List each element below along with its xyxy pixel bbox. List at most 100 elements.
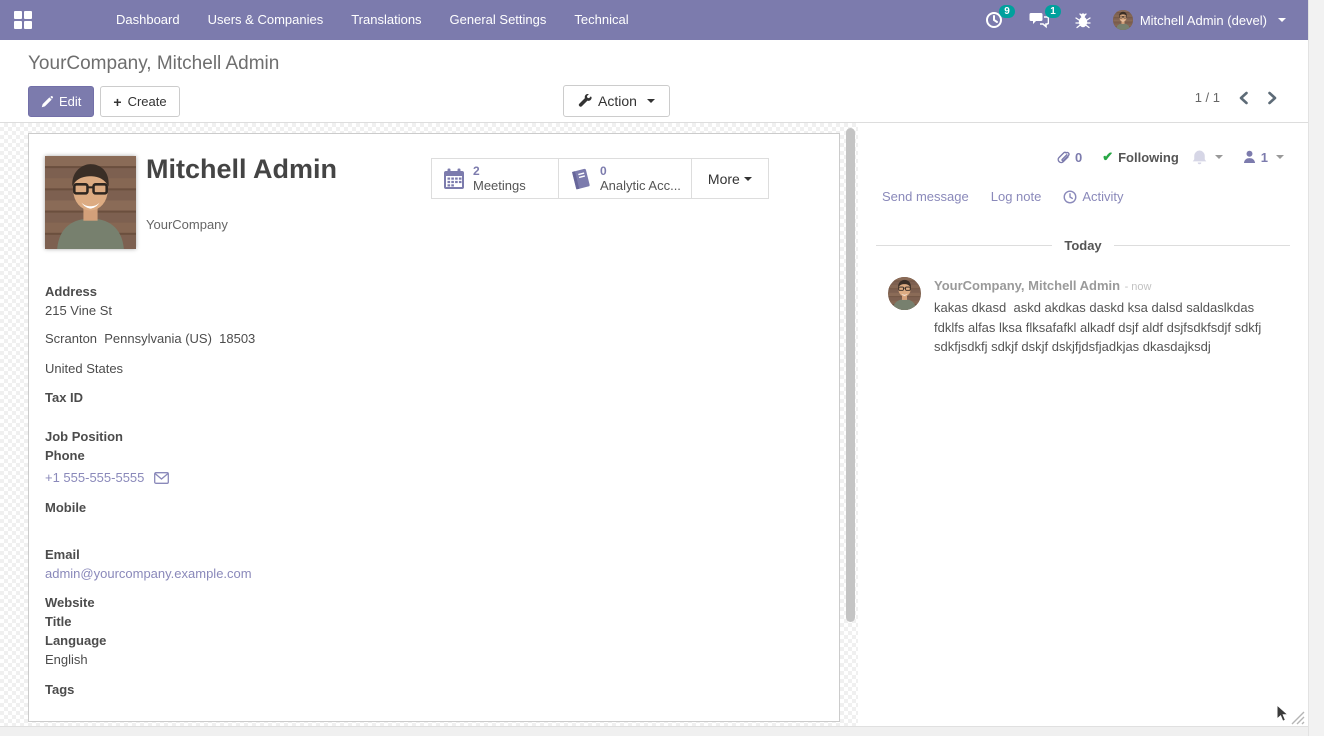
- scrollbar-thumb[interactable]: [846, 128, 855, 622]
- pager-count: 1 / 1: [1195, 90, 1220, 105]
- address-label: Address: [45, 282, 425, 301]
- date-divider: Today: [876, 238, 1290, 253]
- user-name: Mitchell Admin (devel): [1140, 13, 1267, 28]
- title-label: Title: [45, 612, 425, 631]
- plus-icon: +: [113, 97, 121, 107]
- message-timestamp: - now: [1125, 281, 1152, 293]
- log-note-button[interactable]: Log note: [991, 189, 1042, 204]
- edit-button-label: Edit: [59, 95, 81, 108]
- pencil-icon: [41, 96, 53, 108]
- sms-envelope-icon[interactable]: [154, 472, 169, 484]
- email-label: Email: [45, 545, 425, 564]
- nav-item-dashboard[interactable]: Dashboard: [102, 0, 194, 40]
- contact-company-link[interactable]: YourCompany: [146, 217, 228, 232]
- more-dropdown-button[interactable]: More: [692, 159, 768, 198]
- phone-label: Phone: [45, 446, 425, 465]
- control-panel-buttons: Edit + Create: [28, 86, 180, 117]
- followers-count: 1: [1261, 150, 1268, 165]
- chevron-down-icon: [744, 177, 752, 181]
- create-button-label: Create: [128, 95, 167, 108]
- chevron-down-icon: [647, 99, 655, 103]
- meetings-stat-button[interactable]: 2 Meetings: [432, 159, 559, 198]
- mobile-label: Mobile: [45, 498, 425, 517]
- contact-name: Mitchell Admin: [146, 154, 337, 185]
- systray: 9 1 Mitchell Admin (devel): [975, 0, 1292, 40]
- job-position-label: Job Position: [45, 427, 425, 446]
- mouse-cursor-icon: [1276, 704, 1292, 724]
- email-link[interactable]: admin@yourcompany.example.com: [45, 566, 252, 581]
- message-author[interactable]: YourCompany, Mitchell Admin: [934, 278, 1120, 293]
- message-author-avatar[interactable]: [888, 277, 921, 310]
- create-button[interactable]: + Create: [100, 86, 179, 117]
- activities-systray-button[interactable]: 9: [975, 0, 1013, 40]
- bug-icon: [1075, 12, 1091, 29]
- activity-clock-icon: [1063, 190, 1077, 204]
- stat-text: 0 Analytic Acc...: [600, 165, 681, 193]
- more-label: More: [708, 171, 740, 187]
- nav-item-translations[interactable]: Translations: [337, 0, 435, 40]
- chevron-down-icon[interactable]: [1276, 155, 1284, 159]
- stat-text: 2 Meetings: [473, 165, 526, 193]
- resize-grip-icon[interactable]: [1291, 711, 1305, 725]
- contact-photo[interactable]: [45, 156, 136, 249]
- tags-label: Tags: [45, 680, 425, 699]
- followers-button[interactable]: 1: [1243, 150, 1284, 165]
- city-state-zip-value: Scranton Pennsylvania (US) 18503: [45, 329, 425, 348]
- nav-menus: Dashboard Users & Companies Translations…: [102, 0, 643, 40]
- form-pane-scrollbar[interactable]: [846, 125, 855, 716]
- action-dropdown-button[interactable]: Action: [563, 85, 670, 117]
- calendar-icon: [442, 167, 466, 191]
- analytic-accounts-stat-button[interactable]: 0 Analytic Acc...: [559, 159, 692, 198]
- chatter-actions: Send message Log note Activity: [858, 165, 1308, 204]
- website-label: Website: [45, 593, 425, 612]
- action-button-label: Action: [598, 94, 637, 108]
- message-body: YourCompany, Mitchell Admin - now kakas …: [934, 277, 1282, 357]
- attachments-button[interactable]: 0: [1056, 150, 1082, 165]
- pager-next-button[interactable]: [1267, 91, 1278, 105]
- send-message-button[interactable]: Send message: [882, 189, 969, 204]
- stat-button-group: 2 Meetings 0 Analytic Acc... More: [431, 158, 769, 199]
- user-menu[interactable]: Mitchell Admin (devel): [1107, 10, 1292, 30]
- top-navbar: Dashboard Users & Companies Translations…: [0, 0, 1308, 40]
- window-horizontal-scrollbar[interactable]: [0, 726, 1324, 736]
- pager-previous-button[interactable]: [1238, 91, 1249, 105]
- pager: 1 / 1: [1195, 90, 1278, 105]
- schedule-activity-button[interactable]: Activity: [1063, 189, 1123, 204]
- edit-button[interactable]: Edit: [28, 86, 94, 117]
- form-pane: Mitchell Admin YourCompany 2 Meetings: [0, 123, 858, 726]
- street-value: 215 Vine St: [45, 301, 425, 320]
- country-value: United States: [45, 359, 425, 378]
- attachments-count: 0: [1075, 150, 1082, 165]
- person-icon: [1243, 150, 1256, 164]
- chatter-topbar: 0 ✔ Following 1: [858, 123, 1308, 165]
- activity-label: Activity: [1082, 189, 1123, 204]
- language-value: English: [45, 650, 425, 669]
- chevron-down-icon[interactable]: [1215, 155, 1223, 159]
- nav-item-users-companies[interactable]: Users & Companies: [194, 0, 338, 40]
- paperclip-icon: [1056, 150, 1070, 165]
- analytic-accounts-count: 0: [600, 165, 681, 178]
- debug-systray-button[interactable]: [1065, 0, 1101, 40]
- date-divider-label: Today: [1064, 238, 1101, 253]
- bell-icon[interactable]: [1192, 149, 1207, 165]
- breadcrumb: YourCompany, Mitchell Admin: [28, 53, 279, 75]
- contact-fields: Address 215 Vine St Scranton Pennsylvani…: [45, 282, 425, 699]
- window-vertical-scrollbar[interactable]: [1308, 0, 1324, 736]
- phone-link[interactable]: +1 555-555-5555: [45, 468, 144, 487]
- nav-item-technical[interactable]: Technical: [560, 0, 642, 40]
- nav-item-general-settings[interactable]: General Settings: [436, 0, 561, 40]
- message-text: kakas dkasd askd akdkas daskd ksa dalsd …: [934, 298, 1282, 357]
- wrench-icon: [578, 94, 592, 108]
- check-icon: ✔: [1102, 149, 1113, 165]
- chatter-panel: 0 ✔ Following 1 Send message Log note: [858, 123, 1308, 726]
- following-label: Following: [1118, 150, 1179, 165]
- messages-count-badge: 1: [1045, 5, 1061, 18]
- following-button[interactable]: ✔ Following: [1102, 149, 1223, 165]
- form-sheet: Mitchell Admin YourCompany 2 Meetings: [28, 133, 840, 722]
- messages-systray-button[interactable]: 1: [1019, 0, 1059, 40]
- apps-grid-icon: [14, 11, 32, 29]
- apps-menu-button[interactable]: [0, 0, 46, 40]
- meetings-count: 2: [473, 165, 526, 178]
- tax-id-label: Tax ID: [45, 388, 425, 407]
- language-label: Language: [45, 631, 425, 650]
